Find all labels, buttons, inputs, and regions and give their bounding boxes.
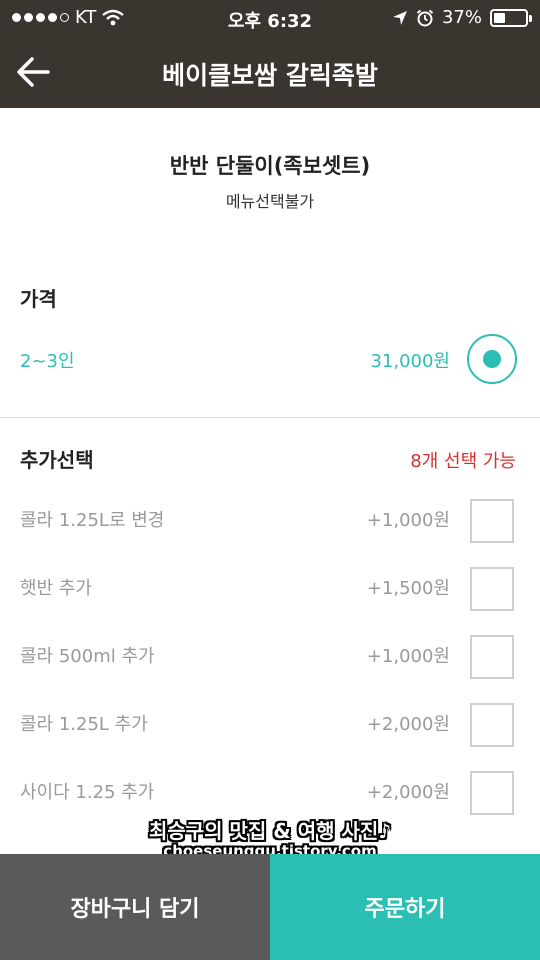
location-arrow-icon	[392, 10, 407, 25]
price-section-title: 가격	[20, 287, 57, 311]
price-option-value: 31,000원	[370, 351, 450, 372]
option-row[interactable]: 사이다 1.25 추가 +2,000원	[0, 763, 540, 823]
radio-selected-dot	[483, 350, 501, 368]
battery-icon	[490, 8, 532, 27]
option-price: +2,000원	[366, 782, 450, 803]
option-label: 콜라 1.25L로 변경	[20, 510, 165, 531]
price-option-label[interactable]: 2~3인	[20, 347, 75, 373]
option-row[interactable]: 콜라 1.25L로 변경 +1,000원	[0, 491, 540, 551]
status-bar: KT 오후 6:32 37%	[0, 0, 540, 36]
option-price: +1,500원	[366, 578, 450, 599]
alarm-clock-icon	[416, 9, 434, 26]
option-checkbox[interactable]	[470, 499, 514, 543]
option-label: 사이다 1.25 추가	[20, 782, 155, 803]
option-checkbox[interactable]	[470, 703, 514, 747]
menu-name: 반반 단둘이(족보셋트)	[169, 154, 371, 178]
option-checkbox[interactable]	[470, 567, 514, 611]
selection-availability: 8개 선택 가능	[410, 451, 516, 472]
watermark-title: 최승구의 맛집 & 여행 사진♪	[148, 819, 392, 843]
order-button[interactable]: 주문하기	[270, 854, 540, 960]
option-price: +2,000원	[366, 714, 450, 735]
option-row[interactable]: 햇반 추가 +1,500원	[0, 559, 540, 619]
option-checkbox[interactable]	[470, 771, 514, 815]
option-row[interactable]: 콜라 1.25L 추가 +2,000원	[0, 695, 540, 755]
option-checkbox[interactable]	[470, 635, 514, 679]
price-option-radio[interactable]	[467, 334, 517, 384]
status-right: 37%	[392, 7, 532, 28]
option-row[interactable]: 콜라 500ml 추가 +1,000원	[0, 627, 540, 687]
option-label: 햇반 추가	[20, 578, 92, 599]
option-label: 콜라 500ml 추가	[20, 646, 155, 667]
battery-percent: 37%	[441, 7, 482, 28]
extra-section-title: 추가선택	[20, 448, 94, 472]
option-label: 콜라 1.25L 추가	[20, 714, 148, 735]
page-title: 베이클보쌈 갈릭족발	[162, 61, 378, 90]
section-divider	[0, 417, 540, 418]
option-price: +1,000원	[366, 510, 450, 531]
menu-subtitle: 메뉴선택불가	[225, 192, 315, 211]
navigation-bar: 베이클보쌈 갈릭족발	[0, 36, 540, 108]
add-to-cart-button[interactable]: 장바구니 담기	[0, 854, 270, 960]
option-price: +1,000원	[366, 646, 450, 667]
